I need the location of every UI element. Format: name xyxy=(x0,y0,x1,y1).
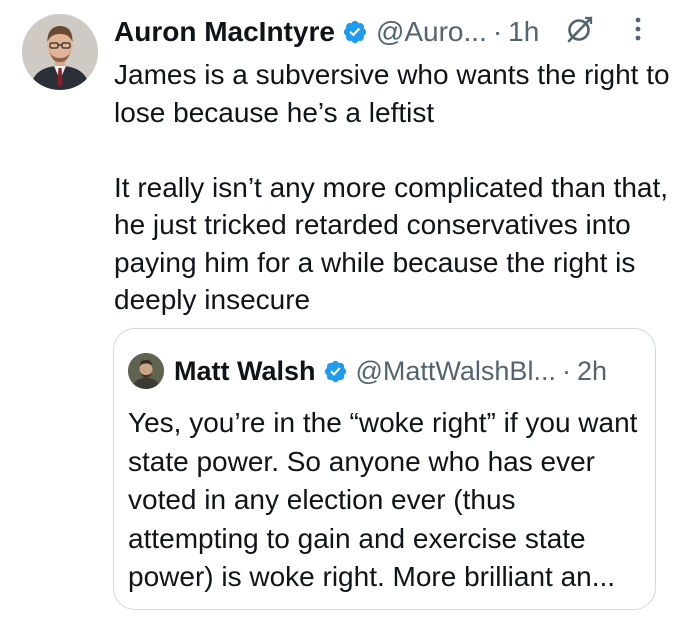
quoted-meta-separator: · xyxy=(561,355,571,386)
meta-separator: · xyxy=(492,16,503,47)
quoted-tweet-text: Yes, you’re in the “woke right” if you w… xyxy=(128,407,638,592)
quoted-tweet[interactable]: Matt Walsh @MattWalshBl... · 2h Yes, you… xyxy=(113,328,656,610)
tweet-paragraph-2: It really isn’t any more complicated tha… xyxy=(114,171,669,316)
quoted-avatar-photo xyxy=(128,353,164,389)
quoted-verified-badge-icon xyxy=(324,360,346,382)
tweet-header: Auron MacIntyre @Auro... · 1h xyxy=(114,12,539,52)
quoted-tweet-header: Matt Walsh @MattWalshBl... · 2h xyxy=(174,351,607,391)
author-handle[interactable]: @Auro... xyxy=(376,16,487,48)
quoted-tweet-timestamp[interactable]: 2h xyxy=(577,356,607,387)
more-options-icon[interactable] xyxy=(631,14,645,44)
tweet-text: James is a subversive who wants the righ… xyxy=(114,56,674,319)
quoted-author-handle[interactable]: @MattWalshBl... xyxy=(356,356,556,387)
quoted-author-name[interactable]: Matt Walsh xyxy=(174,356,316,387)
verified-badge-icon xyxy=(343,20,367,44)
tweet: Auron MacIntyre @Auro... · 1h James is a… xyxy=(0,0,680,625)
avatar-photo xyxy=(22,14,98,90)
author-name[interactable]: Auron MacIntyre xyxy=(114,16,335,48)
quoted-author-avatar[interactable] xyxy=(128,353,164,389)
header-actions xyxy=(565,14,645,44)
tweet-timestamp[interactable]: 1h xyxy=(508,16,539,48)
author-avatar[interactable] xyxy=(22,14,98,90)
grok-icon[interactable] xyxy=(565,14,595,44)
tweet-paragraph-1: James is a subversive who wants the righ… xyxy=(114,59,670,128)
